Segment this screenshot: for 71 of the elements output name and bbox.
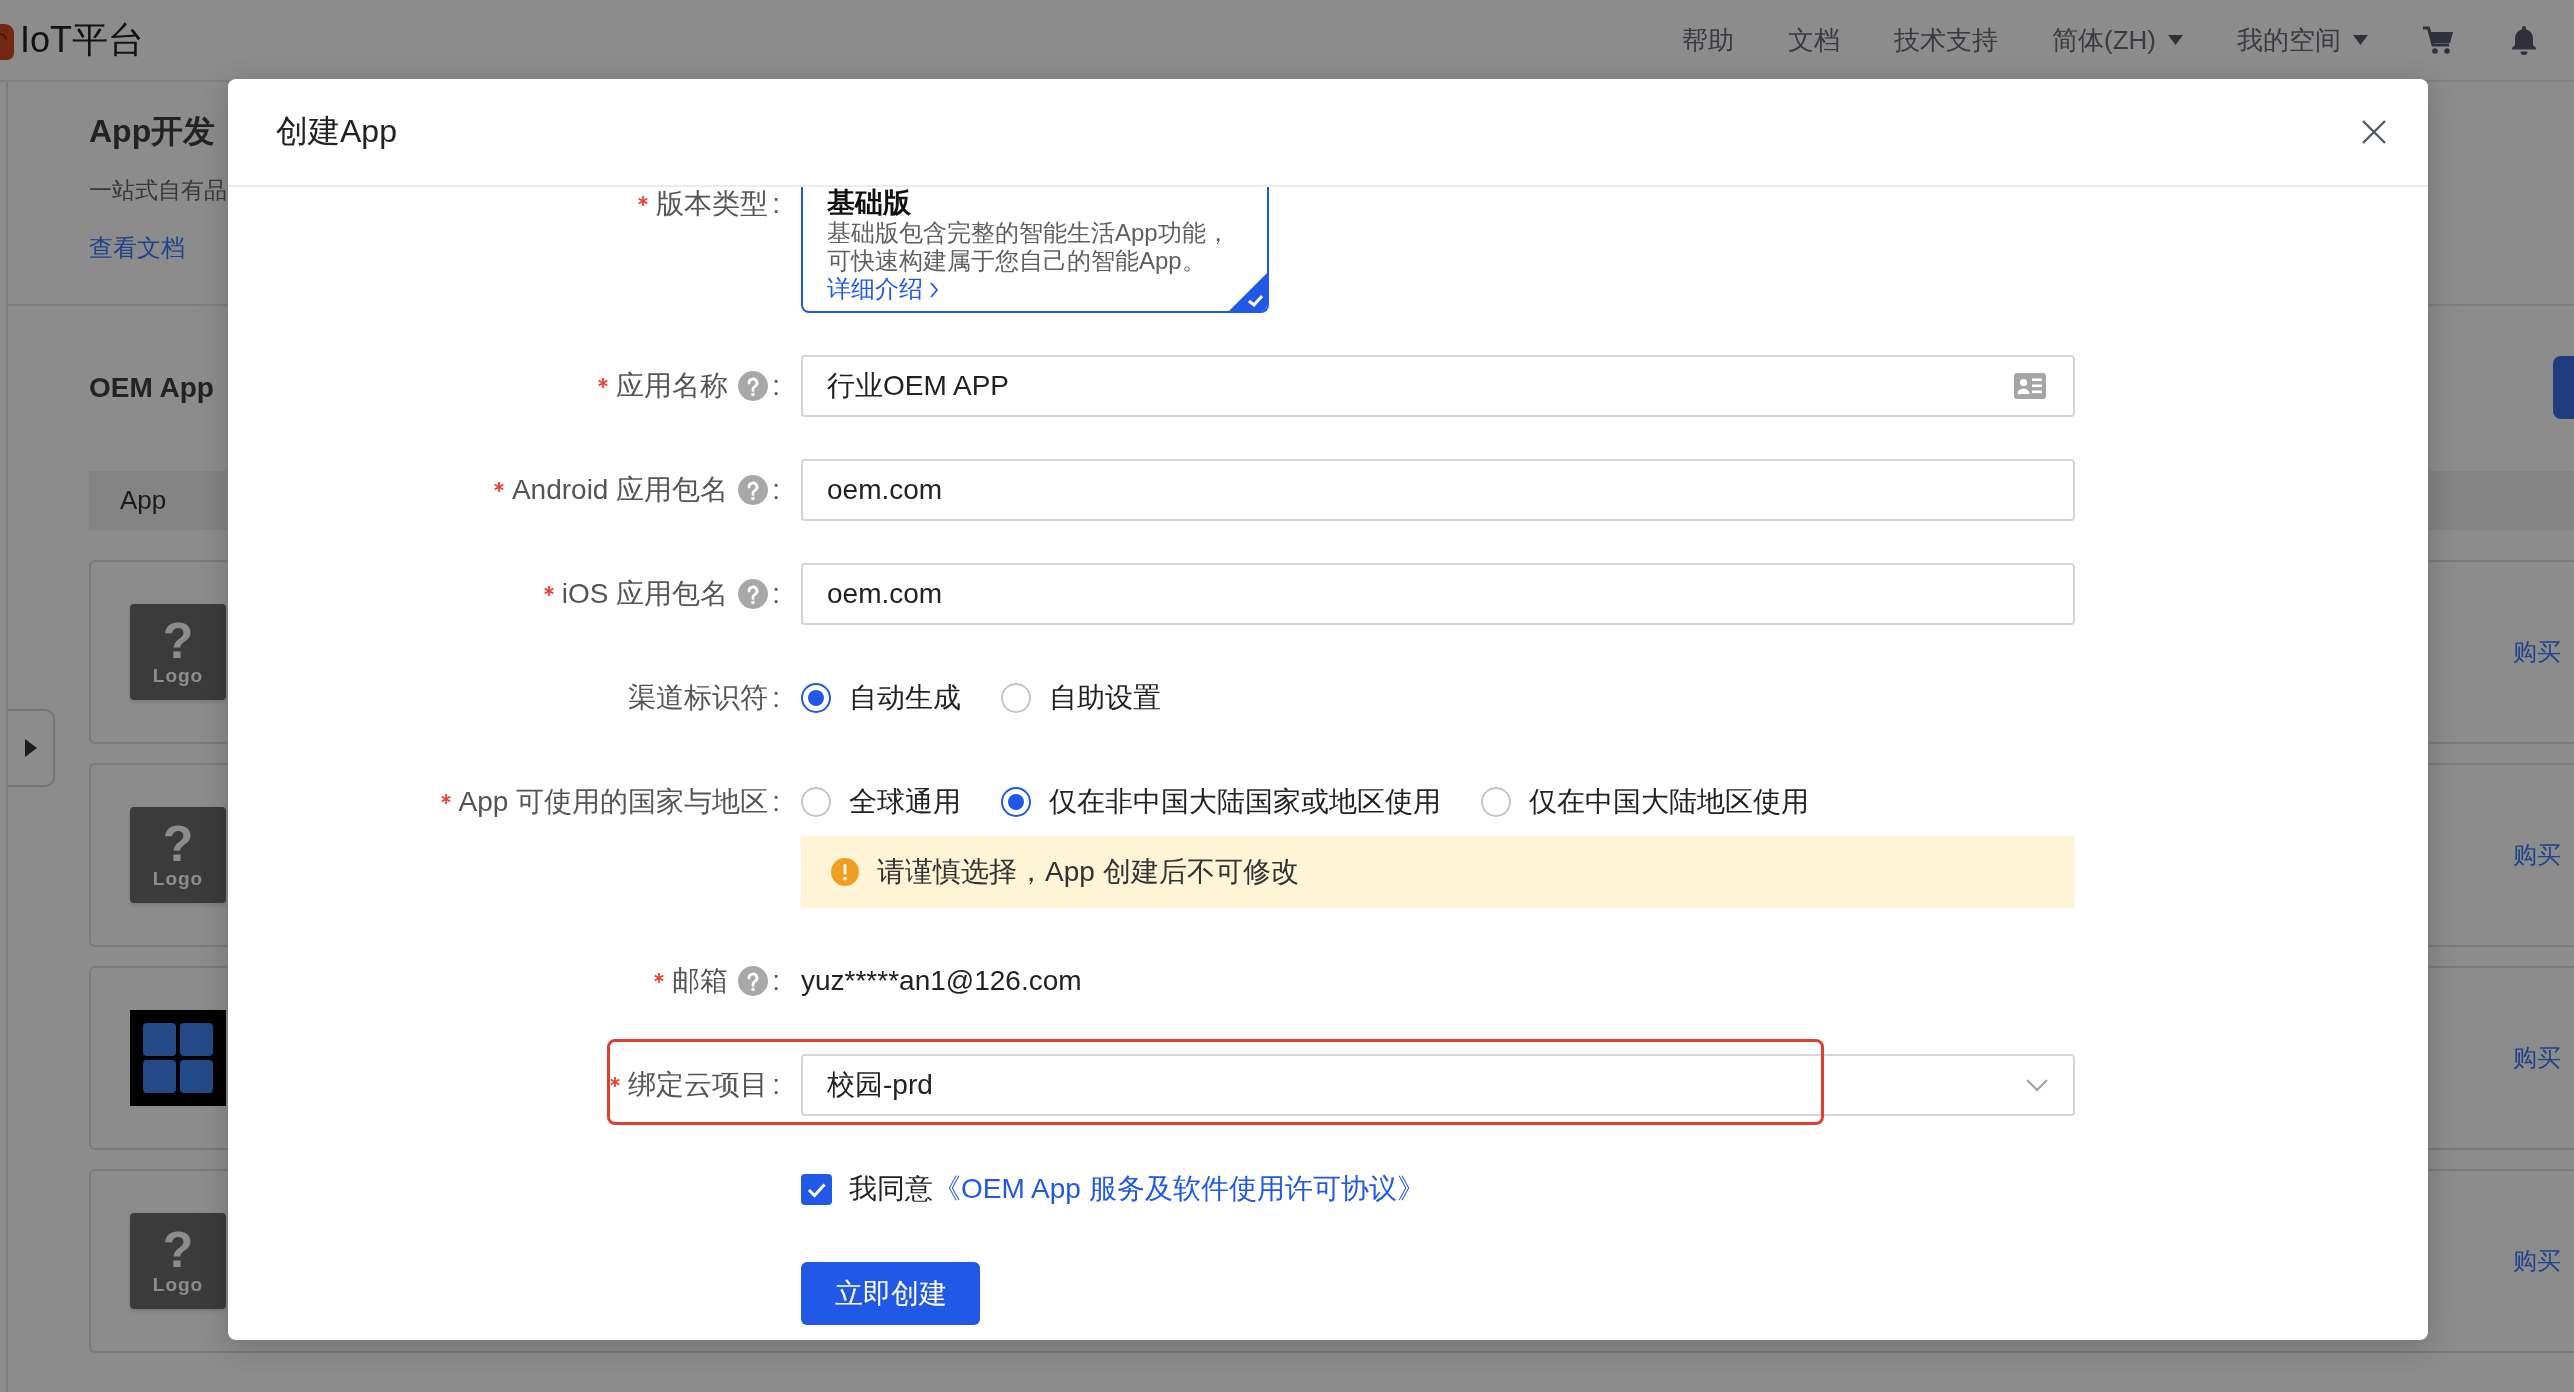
radio-option[interactable]: 仅在中国大陆地区使用 (1481, 783, 1809, 821)
text-input[interactable]: oem.com (801, 563, 2075, 625)
contact-card-icon[interactable] (2014, 373, 2046, 399)
field-label: 版本类型 (656, 187, 769, 221)
label-colon: : (772, 682, 780, 714)
card-title: 基础版 (827, 187, 912, 219)
notice-text: 请谨慎选择，App 创建后不可修改 (877, 855, 1299, 889)
primary-button[interactable] (2553, 356, 2574, 419)
radio-option[interactable]: 自助设置 (1001, 679, 1161, 717)
chevron-down-icon (2025, 1078, 2049, 1092)
cart-icon[interactable] (2422, 24, 2454, 56)
nav-dropdown[interactable]: 我的空间 (2237, 22, 2368, 58)
logo-mark: ? (162, 820, 194, 868)
radio-icon[interactable] (1001, 787, 1031, 817)
logo-caption: Logo (152, 1274, 204, 1296)
field-label: 邮箱 (672, 964, 729, 998)
help-icon[interactable] (738, 966, 769, 996)
label-colon: : (772, 786, 780, 818)
details-link[interactable]: 详细介绍 (827, 275, 939, 302)
field-label: 应用名称 (616, 369, 729, 403)
logo-mark: ? (162, 617, 194, 665)
label-colon: : (772, 578, 780, 610)
project-select[interactable]: 校园-prd (801, 1054, 2075, 1116)
logo-caption: Logo (152, 665, 204, 687)
close-icon[interactable] (2361, 119, 2387, 145)
column-header: App (120, 485, 167, 516)
logo-mark: ? (162, 1226, 194, 1274)
warning-icon (831, 858, 859, 886)
create-button[interactable]: 立即创建 (801, 1262, 980, 1325)
nav-dropdown[interactable]: 简体(ZH) (2052, 22, 2183, 58)
help-icon[interactable] (738, 371, 769, 401)
label-colon: : (772, 1069, 780, 1101)
text-input[interactable]: oem.com (801, 459, 2075, 521)
sidebar-toggle[interactable] (8, 709, 55, 787)
radio-option[interactable]: 仅在非中国大陆国家或地区使用 (1001, 783, 1441, 821)
radio-option[interactable]: 自动生成 (801, 679, 961, 717)
check-corner-icon (1229, 273, 1267, 311)
logo-caption: Logo (152, 868, 204, 890)
email-value: yuz*****an1@126.com (801, 965, 1082, 997)
nav-link[interactable]: 文档 (1788, 22, 1840, 58)
help-icon[interactable] (738, 579, 769, 609)
section-title: OEM App (89, 371, 214, 404)
radio-icon[interactable] (1481, 787, 1511, 817)
field-label: Android 应用包名 (511, 473, 729, 507)
radio-icon[interactable] (801, 683, 831, 713)
agreement-text: 我同意《OEM App 服务及软件使用许可协议》 (849, 1172, 1425, 1206)
help-icon[interactable] (738, 475, 769, 505)
chevron-right-icon (929, 281, 939, 299)
label-colon: : (772, 474, 780, 506)
page-subtitle: 一站式自有品 (89, 176, 227, 205)
field-label: 渠道标识符 (628, 681, 769, 715)
field-label: App 可使用的国家与地区 (458, 785, 769, 819)
text-input[interactable]: 行业OEM APP (801, 355, 2075, 417)
radio-icon[interactable] (1001, 683, 1031, 713)
logo-text[interactable]: IoT平台 (20, 15, 144, 65)
label-colon: : (772, 370, 780, 402)
dialog-title: 创建App (276, 112, 397, 151)
nav-link[interactable]: 技术支持 (1894, 22, 1998, 58)
radio-icon[interactable] (801, 787, 831, 817)
field-label: 绑定云项目 (628, 1068, 769, 1102)
grid-logo-icon (130, 1010, 226, 1106)
card-description: 基础版包含完整的智能生活App功能，可快速构建属于您自己的智能App。 详细介绍 (827, 219, 1231, 303)
label-colon: : (772, 188, 780, 220)
label-colon: : (772, 965, 780, 997)
nav-link[interactable]: 帮助 (1682, 22, 1734, 58)
radio-option[interactable]: 全球通用 (801, 783, 961, 821)
license-link[interactable]: 《OEM App 服务及软件使用许可协议》 (933, 1173, 1425, 1204)
field-label: iOS 应用包名 (561, 577, 729, 611)
version-card[interactable]: 基础版 基础版包含完整的智能生活App功能，可快速构建属于您自己的智能App。 详细介绍 (801, 187, 1269, 313)
page-title: App开发 (89, 112, 216, 151)
checkbox-icon[interactable] (801, 1173, 832, 1205)
